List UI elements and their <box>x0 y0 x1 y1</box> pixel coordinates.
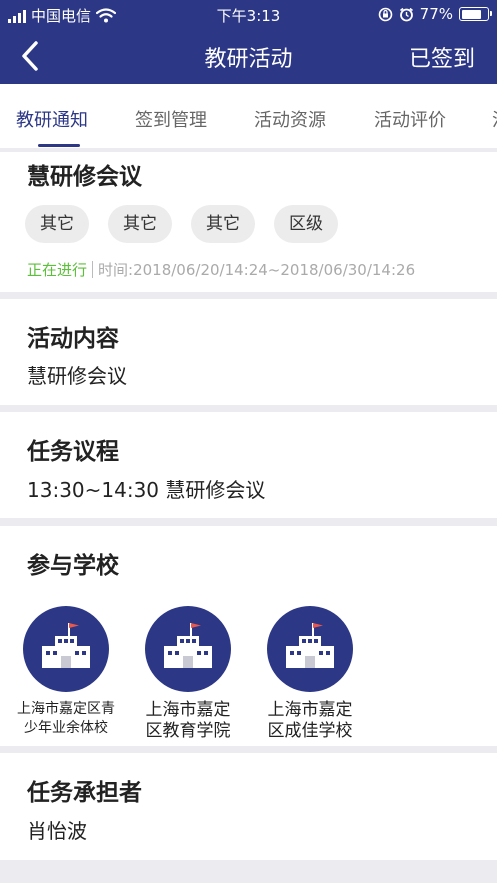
school-building-icon <box>23 606 109 692</box>
battery-percent: 77% <box>419 5 453 23</box>
school-building-icon <box>145 606 231 692</box>
section-text: 肖怡波 <box>27 819 87 843</box>
agenda-section: 任务议程 13:30~14:30 慧研修会议 <box>0 412 497 518</box>
divider <box>92 261 94 278</box>
status-bar-right: 77% <box>378 5 492 23</box>
school-item[interactable]: 上海市嘉定区青 少年业余体校 <box>6 606 126 738</box>
activity-time: 时间:2018/06/20/14:24~2018/06/30/14:26 <box>98 261 416 279</box>
alarm-icon <box>399 7 413 21</box>
status-bar: 中国电信 下午3:13 77% <box>0 0 497 28</box>
school-item[interactable]: 上海市嘉定 区教育学院 <box>128 606 248 742</box>
school-name-line: 上海市嘉定 <box>267 700 353 720</box>
school-building-icon <box>267 606 353 692</box>
section-heading: 任务议程 <box>27 439 119 465</box>
orientation-lock-icon <box>378 7 392 21</box>
school-name-line: 上海市嘉定 <box>145 700 231 720</box>
activity-header-card: 慧研修会议 其它 其它 其它 区级 正在进行 时间:2018/06/20/14:… <box>0 152 497 292</box>
tab-bar: 教研通知 签到管理 活动资源 活动评价 活 <box>0 84 497 148</box>
tab-signin-management[interactable]: 签到管理 <box>135 106 207 132</box>
battery-icon <box>459 7 492 21</box>
tag-chip: 其它 <box>191 205 255 243</box>
school-item[interactable]: 上海市嘉定 区成佳学校 <box>250 606 370 742</box>
active-tab-indicator <box>38 144 80 147</box>
tab-resources[interactable]: 活动资源 <box>254 106 326 132</box>
section-text: 13:30~14:30 慧研修会议 <box>27 478 266 502</box>
section-heading: 活动内容 <box>27 326 119 352</box>
tab-notice[interactable]: 教研通知 <box>16 106 88 132</box>
tag-chip: 其它 <box>108 205 172 243</box>
tag-chip: 其它 <box>25 205 89 243</box>
activity-title: 慧研修会议 <box>27 164 142 190</box>
owner-section: 任务承担者 肖怡波 <box>0 753 497 860</box>
content-section: 活动内容 慧研修会议 <box>0 299 497 405</box>
school-name-line: 少年业余体校 <box>24 720 108 736</box>
section-heading: 任务承担者 <box>27 780 142 806</box>
status-badge: 正在进行 <box>27 261 88 279</box>
nav-bar: 教研活动 已签到 <box>0 28 497 84</box>
section-heading: 参与学校 <box>27 553 119 579</box>
school-name-line: 上海市嘉定区青 <box>17 701 115 717</box>
checked-in-button[interactable]: 已签到 <box>409 41 475 73</box>
tag-list: 其它 其它 其它 区级 <box>25 205 338 243</box>
tag-chip: 区级 <box>274 205 338 243</box>
school-name-line: 区教育学院 <box>145 721 231 741</box>
school-name-line: 区成佳学校 <box>267 721 353 741</box>
activity-meta: 正在进行 时间:2018/06/20/14:24~2018/06/30/14:2… <box>27 259 415 280</box>
section-text: 慧研修会议 <box>27 364 127 388</box>
schools-section: 参与学校 上海市嘉定区青 少年业余体校 上海市嘉定 区教育学院 上海市嘉定 区成… <box>0 526 497 746</box>
tab-evaluation[interactable]: 活动评价 <box>374 106 446 132</box>
tab-more[interactable]: 活 <box>492 106 497 132</box>
